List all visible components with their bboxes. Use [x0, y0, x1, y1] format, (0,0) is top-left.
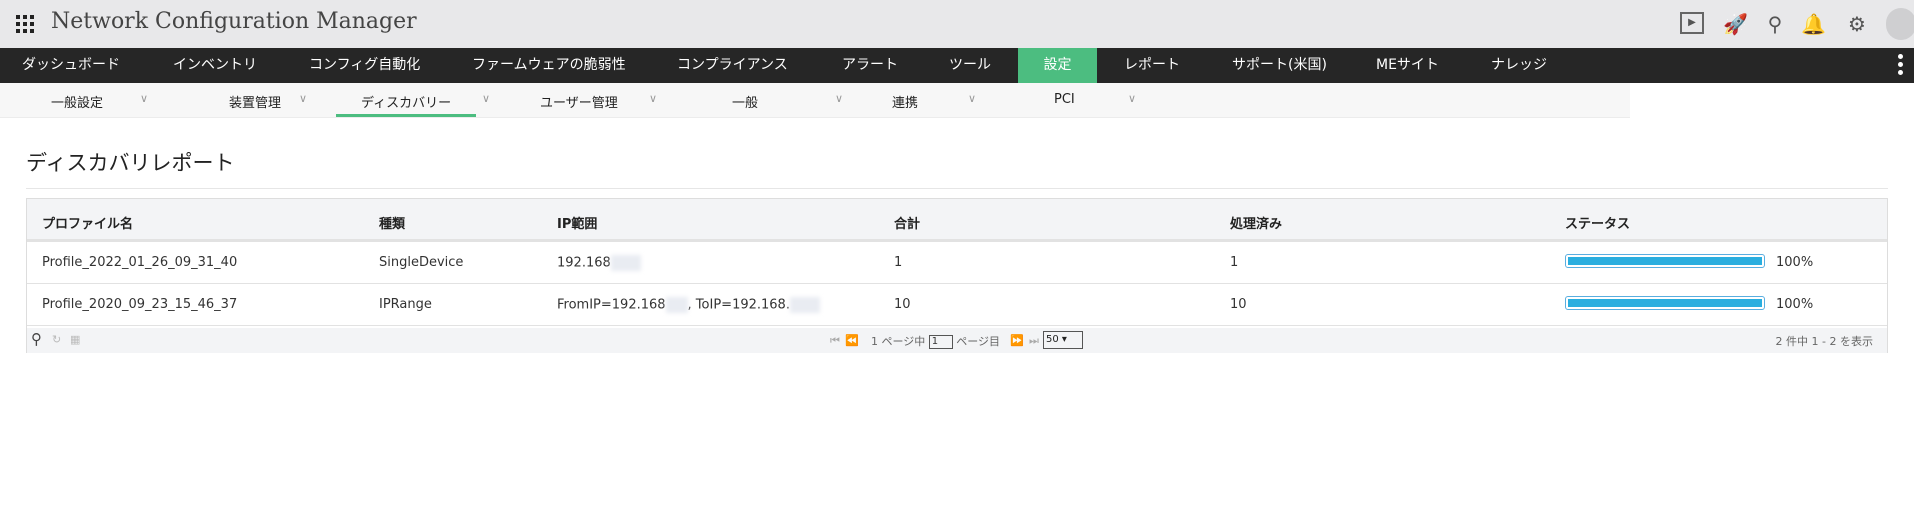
gear-icon[interactable]: ⚙: [1845, 12, 1869, 36]
columns-icon[interactable]: ▦: [70, 333, 80, 346]
redacted-ip: [789, 297, 820, 313]
table-row[interactable]: Profile_2022_01_26_09_31_40 SingleDevice…: [27, 242, 1887, 284]
main-nav: ダッシュボード インベントリ コンフィグ自動化 ファームウェアの脆弱性 コンプラ…: [0, 48, 1914, 83]
status-percent: 100%: [1776, 297, 1814, 312]
rocket-icon[interactable]: 🚀: [1723, 12, 1748, 36]
page-suffix-label: ページ目: [956, 335, 1001, 348]
ip-range-text: 192.168: [557, 255, 611, 271]
col-status[interactable]: ステータス: [1565, 213, 1630, 232]
nav-dashboard[interactable]: ダッシュボード: [22, 48, 120, 83]
subnav-integration[interactable]: 連携: [892, 92, 918, 111]
nav-inventory[interactable]: インベントリ: [173, 48, 257, 83]
ip-range: 192.168: [557, 255, 641, 271]
subnav-general-settings[interactable]: 一般設定: [51, 92, 103, 111]
chevron-down-icon[interactable]: ∨: [968, 92, 976, 105]
progress-fill: [1568, 257, 1762, 265]
bell-icon[interactable]: 🔔: [1801, 12, 1826, 36]
table-footer: ⚲ ↻ ▦ ⏮ ⏪ 1 ページ中 1 ページ目 ⏩ ⏭ 50 ▾ 2 件中 1 …: [27, 328, 1887, 353]
subnav-discovery[interactable]: ディスカバリー: [361, 92, 451, 111]
nav-support[interactable]: サポート(米国): [1232, 48, 1327, 83]
col-processed[interactable]: 処理済み: [1230, 213, 1282, 232]
last-page-icon[interactable]: ⏭: [1029, 334, 1039, 348]
nav-tools[interactable]: ツール: [949, 48, 991, 83]
nav-compliance[interactable]: コンプライアンス: [677, 48, 788, 83]
col-total[interactable]: 合計: [894, 213, 920, 232]
ip-range-text: , ToIP=192.168.: [687, 297, 790, 313]
page-info: 1 ページ中 1 ページ目: [871, 333, 1000, 349]
profile-name: Profile_2022_01_26_09_31_40: [42, 255, 238, 270]
table-row[interactable]: Profile_2020_09_23_15_46_37 IPRange From…: [27, 284, 1887, 326]
col-ip-range[interactable]: IP範囲: [557, 213, 597, 232]
subnav-device-management[interactable]: 装置管理: [229, 92, 281, 111]
total: 1: [894, 255, 903, 270]
page-of-label: 1 ページ中: [871, 335, 926, 348]
status-percent: 100%: [1776, 255, 1814, 270]
chevron-down-icon[interactable]: ∨: [482, 92, 490, 105]
prev-page-icon[interactable]: ⏪: [845, 334, 859, 347]
subnav-general[interactable]: 一般: [732, 92, 758, 111]
page-title: ディスカバリレポート: [26, 151, 235, 175]
top-header: Network Configuration Manager ▶ 🚀 ⚲ 🔔 ⚙: [0, 0, 1914, 48]
presentation-icon[interactable]: ▶: [1680, 12, 1704, 34]
avatar-icon[interactable]: [1886, 8, 1914, 40]
nav-reports[interactable]: レポート: [1124, 48, 1180, 83]
col-profile-name[interactable]: プロファイル名: [42, 213, 133, 232]
progress-bar: [1565, 254, 1765, 268]
progress-bar: [1565, 296, 1765, 310]
progress-fill: [1568, 299, 1762, 307]
col-type[interactable]: 種類: [379, 213, 405, 232]
redacted-ip: [610, 255, 641, 271]
ip-range: FromIP=192.168 , ToIP=192.168.: [557, 297, 820, 313]
nav-firmware-vulnerability[interactable]: ファームウェアの脆弱性: [472, 48, 626, 83]
search-icon[interactable]: ⚲: [1763, 12, 1787, 36]
chevron-down-icon[interactable]: ∨: [1128, 92, 1136, 105]
nav-config-automation[interactable]: コンフィグ自動化: [309, 48, 420, 83]
app-title: Network Configuration Manager: [51, 9, 417, 34]
processed: 10: [1230, 297, 1247, 312]
search-icon[interactable]: ⚲: [31, 330, 42, 348]
active-tab-indicator: [336, 114, 476, 117]
more-menu-icon[interactable]: [1898, 54, 1904, 78]
total: 10: [894, 297, 911, 312]
chevron-down-icon[interactable]: ∨: [140, 92, 148, 105]
divider: [26, 188, 1888, 189]
refresh-icon[interactable]: ↻: [52, 333, 61, 346]
ip-range-text: FromIP=192.168: [557, 297, 666, 313]
chevron-down-icon[interactable]: ∨: [299, 92, 307, 105]
page-size-select[interactable]: 50 ▾: [1043, 331, 1083, 349]
subnav-pci[interactable]: PCI: [1054, 92, 1075, 107]
nav-knowledge[interactable]: ナレッジ: [1491, 48, 1547, 83]
next-page-icon[interactable]: ⏩: [1010, 334, 1024, 347]
processed: 1: [1230, 255, 1239, 270]
apps-grid-icon[interactable]: [16, 15, 34, 33]
page-size-value: 50: [1046, 334, 1059, 345]
chevron-down-icon[interactable]: ∨: [649, 92, 657, 105]
profile-name: Profile_2020_09_23_15_46_37: [42, 297, 238, 312]
nav-alerts[interactable]: アラート: [842, 48, 898, 83]
table-header: プロファイル名 種類 IP範囲 合計 処理済み ステータス: [27, 199, 1887, 242]
record-summary: 2 件中 1 - 2 を表示: [1775, 335, 1873, 348]
redacted-ip: [665, 297, 688, 313]
nav-settings[interactable]: 設定: [1018, 48, 1097, 83]
discovery-report-table: プロファイル名 種類 IP範囲 合計 処理済み ステータス Profile_20…: [26, 198, 1888, 353]
first-page-icon[interactable]: ⏮: [830, 334, 840, 348]
sub-nav: 一般設定 ∨ 装置管理 ∨ ディスカバリー ∨ ユーザー管理 ∨ 一般 ∨ 連携 ∨ PCI…: [0, 83, 1630, 118]
type: IPRange: [379, 297, 432, 312]
subnav-user-management[interactable]: ユーザー管理: [540, 92, 618, 111]
chevron-down-icon[interactable]: ∨: [835, 92, 843, 105]
nav-me-site[interactable]: MEサイト: [1376, 48, 1439, 83]
page-input[interactable]: 1: [928, 335, 953, 349]
type: SingleDevice: [379, 255, 464, 270]
